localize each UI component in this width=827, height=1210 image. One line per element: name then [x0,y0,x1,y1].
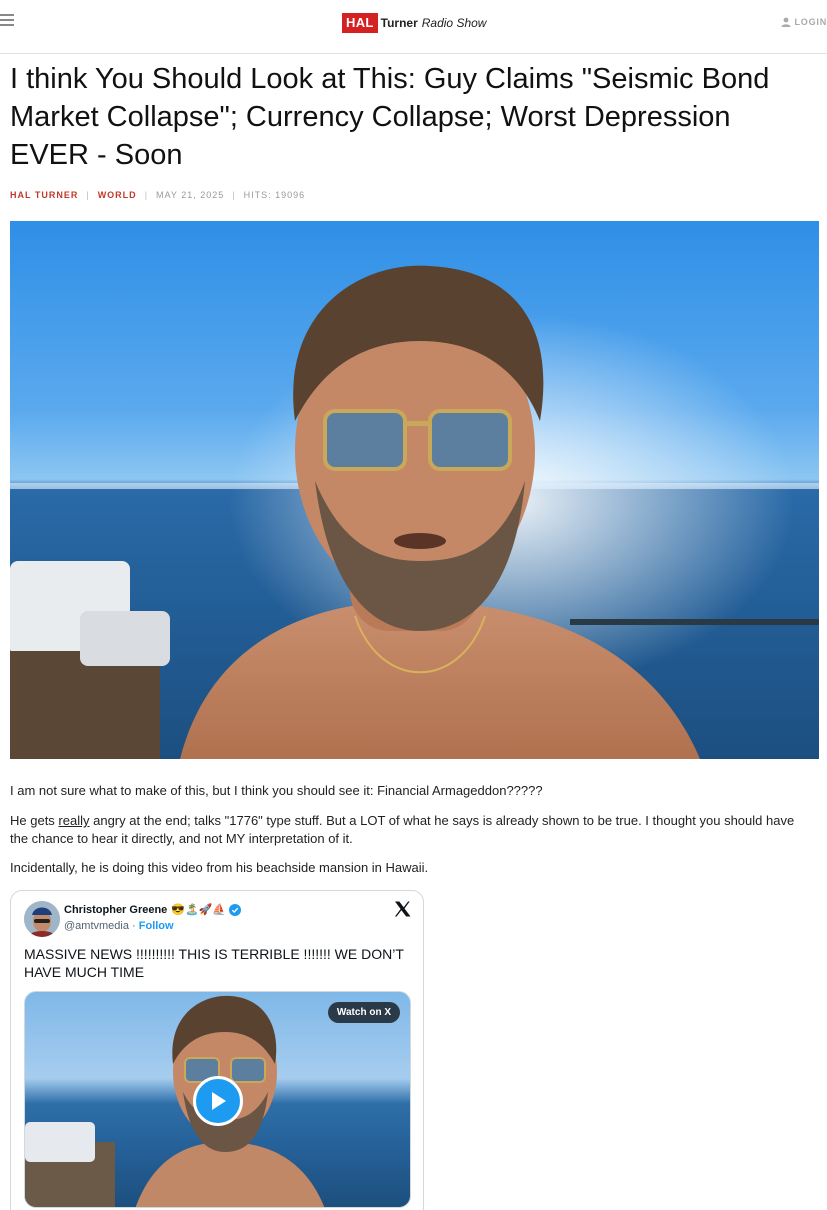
article-paragraph: Incidentally, he is doing this video fro… [10,860,429,875]
x-logo-icon[interactable] [394,901,411,922]
tweet-handle[interactable]: @amtvmedia [64,920,129,932]
logo-radio-show: Radio Show [421,16,487,30]
tweet-author-emojis: 😎🏝️🚀⛵ [171,904,227,916]
publish-date: MAY 21, 2025 [156,190,225,200]
tweet-video-thumbnail[interactable]: Watch on X [24,991,411,1208]
tweet-text: MASSIVE NEWS !!!!!!!!!! THIS IS TERRIBLE… [24,946,404,980]
login-button[interactable]: LOGIN [781,17,827,27]
paragraph-text: He gets [10,813,59,828]
logo-hal: HAL [342,13,378,33]
avatar-image [24,901,60,937]
handle-separator: · [128,920,139,932]
article-main-image [10,221,819,759]
tweet-handle-row: @amtvmedia · Follow [64,920,174,932]
article-title: I think You Should Look at This: Guy Cla… [10,63,770,171]
avatar[interactable] [24,901,60,937]
underlined-word: really [58,813,90,828]
article-paragraph: I am not sure what to make of this, but … [10,783,543,798]
embedded-tweet[interactable]: Christopher Greene 😎🏝️🚀⛵ @amtvmedia · Fo… [10,890,424,1210]
logo-turner: Turner [380,16,418,30]
meta-separator: | [144,190,149,200]
site-logo[interactable]: HAL Turner Radio Show [342,13,486,33]
user-icon [781,17,790,27]
login-label: LOGIN [794,17,827,27]
site-header: HAL Turner Radio Show LOGIN [0,0,827,54]
hit-count: HITS: 19096 [243,190,306,200]
main-image-illustration [10,221,819,759]
tweet-author[interactable]: Christopher Greene 😎🏝️🚀⛵ [64,903,242,916]
verified-badge-icon [229,903,242,916]
play-icon [212,1092,226,1110]
paragraph-text: angry at the end; talks "1776" type stuf… [10,813,795,846]
tweet-author-name: Christopher Greene [64,903,168,916]
author-link[interactable]: HAL TURNER [10,190,78,200]
hamburger-menu-icon[interactable] [0,14,16,28]
article-paragraph: He gets really angry at the end; talks "… [10,812,815,848]
follow-button[interactable]: Follow [139,920,174,932]
category-link[interactable]: WORLD [98,190,137,200]
watch-on-x-button[interactable]: Watch on X [327,1002,400,1023]
article-meta: HAL TURNER | WORLD | MAY 21, 2025 | HITS… [10,190,305,200]
play-button[interactable] [193,1076,243,1126]
meta-separator: | [86,190,90,200]
meta-separator: | [232,190,236,200]
